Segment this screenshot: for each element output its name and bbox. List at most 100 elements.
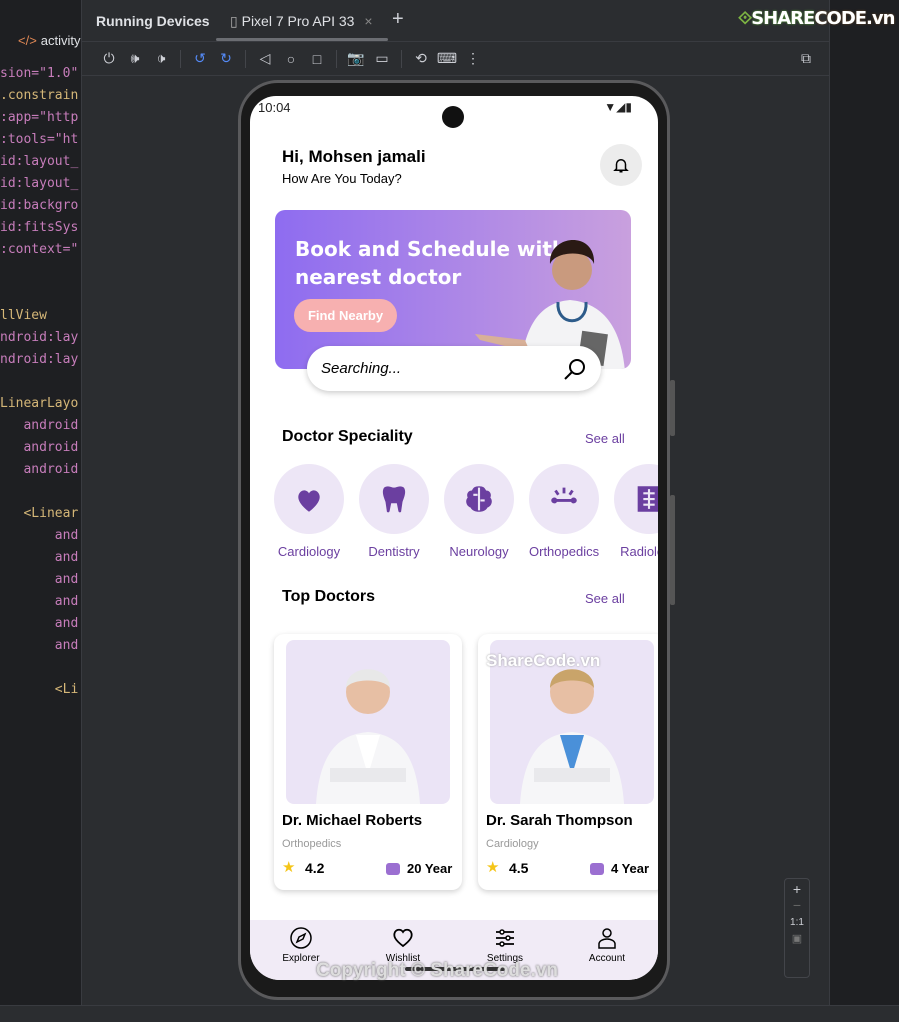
speciality-label: Dentistry xyxy=(368,544,420,559)
code-line: llView xyxy=(0,308,47,323)
search-bar[interactable]: Searching... xyxy=(307,346,601,391)
brain-icon xyxy=(466,486,492,512)
find-nearby-button[interactable]: Find Nearby xyxy=(294,299,397,332)
doctor-rating: 4.5 xyxy=(509,860,529,876)
speciality-item[interactable]: Dentistry xyxy=(359,464,429,559)
code-editor: </> activity sion="1.0" .constrain:app="ht… xyxy=(0,0,82,1022)
doctor-card[interactable]: Dr. Michael Roberts Orthopedics ★ 4.2 20 Yea… xyxy=(274,634,462,890)
doctor-name: Dr. Michael Roberts xyxy=(282,812,423,829)
nav-item-account[interactable]: Account xyxy=(567,926,647,964)
compass-icon xyxy=(290,927,312,949)
zoom-in-button[interactable]: + xyxy=(785,881,809,897)
keyboard-icon[interactable]: ⌨ xyxy=(434,50,460,67)
greeting-subtitle: How Are You Today? xyxy=(282,171,402,186)
user-icon xyxy=(598,928,616,949)
code-line: and xyxy=(0,638,79,653)
speciality-label: Neurology xyxy=(449,544,509,559)
heart-icon xyxy=(393,928,413,948)
screenshot-icon[interactable]: 📷 xyxy=(343,50,369,67)
speciality-item[interactable]: Radiology xyxy=(614,464,658,559)
volume-button[interactable] xyxy=(670,495,675,605)
power-button[interactable] xyxy=(670,380,675,436)
file-tab[interactable]: </> activity xyxy=(0,28,82,58)
device-tab[interactable]: ▯ Pixel 7 Pro API 33 × xyxy=(230,13,373,30)
star-icon: ★ xyxy=(282,859,296,876)
notification-button[interactable] xyxy=(600,144,642,186)
inspect-icon[interactable]: ⧉ xyxy=(793,50,819,67)
code-line: <Li xyxy=(0,682,79,697)
search-icon[interactable] xyxy=(563,357,587,381)
speciality-label: Orthopedics xyxy=(529,544,600,559)
code-line: and xyxy=(0,572,79,587)
more-icon[interactable]: ⋮ xyxy=(460,50,486,67)
code-line: and xyxy=(0,528,79,543)
sliders-icon xyxy=(496,929,514,947)
signal-icon: ◢ xyxy=(616,100,626,114)
speciality-icon-circle xyxy=(274,464,344,534)
code-line: and xyxy=(0,550,79,565)
rotate-right-icon[interactable]: ↻ xyxy=(213,50,239,67)
code-line: <Linear xyxy=(0,506,79,521)
speciality-item[interactable]: Neurology xyxy=(444,464,514,559)
speciality-icon-circle xyxy=(614,464,658,534)
doctor-card[interactable]: Dr. Sarah Thompson Cardiology ★ 4.5 4 Year xyxy=(478,634,658,890)
speciality-label: Cardiology xyxy=(277,544,341,559)
speciality-icon-circle xyxy=(444,464,514,534)
speciality-label: Radiology xyxy=(620,544,658,559)
phone-screen: 10:04 ▼◢▮ Hi, Mohsen jamali How Are You … xyxy=(250,96,658,980)
status-strip xyxy=(0,1005,899,1022)
code-line: id:fitsSys xyxy=(0,220,79,235)
speciality-see-all-link[interactable]: See all xyxy=(585,431,625,446)
code-line: id:layout_ xyxy=(0,176,79,191)
volume-down-icon[interactable]: 🕩 xyxy=(148,50,174,67)
doctor-rating: 4.2 xyxy=(305,860,325,876)
top-doctors-see-all-link[interactable]: See all xyxy=(585,591,625,606)
code-line: :context=" xyxy=(0,242,79,257)
rotate-left-icon[interactable]: ↺ xyxy=(187,50,213,67)
battery-icon: ▮ xyxy=(625,100,632,114)
speciality-item[interactable]: Cardiology xyxy=(274,464,344,559)
nav-item-wishlist[interactable]: Wishlist xyxy=(363,926,443,964)
code-line: .constrain xyxy=(0,88,79,103)
doctor-experience: 20 Year xyxy=(407,861,453,876)
zoom-fit-button[interactable]: ▣ xyxy=(785,932,809,945)
code-line: android xyxy=(0,440,79,455)
back-icon[interactable]: ◁ xyxy=(252,50,278,67)
nav-item-explorer[interactable]: Explorer xyxy=(261,926,341,964)
briefcase-icon xyxy=(590,863,604,875)
search-input[interactable]: Searching... xyxy=(321,360,563,377)
code-line: ndroid:lay xyxy=(0,352,79,367)
close-tab-icon[interactable]: × xyxy=(364,13,372,29)
code-line: sion="1.0" xyxy=(0,66,79,81)
zoom-controls: + − 1:1 ▣ xyxy=(784,878,810,978)
status-icons: ▼◢▮ xyxy=(604,100,632,114)
doctor-photo xyxy=(286,640,450,804)
bell-icon xyxy=(613,159,629,173)
sharecode-logo: ⟐SHARECODE.vn xyxy=(738,8,895,29)
code-line: :tools="ht xyxy=(0,132,79,147)
camera-cutout xyxy=(442,106,464,128)
zoom-out-button[interactable]: − xyxy=(785,897,809,913)
doctor-specialty: Cardiology xyxy=(486,838,539,850)
doctor-experience: 4 Year xyxy=(611,861,650,876)
top-doctors-title: Top Doctors xyxy=(282,588,376,605)
overview-icon[interactable]: □ xyxy=(304,51,330,67)
device-toolbar: ⏻ 🕪 🕩 ↺ ↻ ◁ ○ □ 📷 ▭ ⟲ ⌨ ⋮ ⧉ xyxy=(82,42,829,76)
speciality-item[interactable]: Orthopedics xyxy=(529,464,599,559)
copyright-watermark: Copyright © ShareCode.vn xyxy=(316,960,559,981)
zoom-actual-button[interactable]: 1:1 xyxy=(785,917,809,928)
power-icon[interactable]: ⏻ xyxy=(96,50,122,67)
add-device-icon[interactable]: + xyxy=(392,8,404,31)
briefcase-icon xyxy=(386,863,400,875)
home-icon[interactable]: ○ xyxy=(278,51,304,67)
code-line: and xyxy=(0,616,79,631)
code-line: and xyxy=(0,594,79,609)
speciality-icon-circle xyxy=(529,464,599,534)
volume-up-icon[interactable]: 🕪 xyxy=(122,50,148,67)
nav-item-settings[interactable]: Settings xyxy=(465,926,545,964)
record-icon[interactable]: ▭ xyxy=(369,50,395,67)
reset-icon[interactable]: ⟲ xyxy=(408,50,434,67)
xray-icon xyxy=(637,486,658,512)
heart-organ-icon xyxy=(298,490,320,512)
panel-title: Running Devices xyxy=(96,13,210,29)
